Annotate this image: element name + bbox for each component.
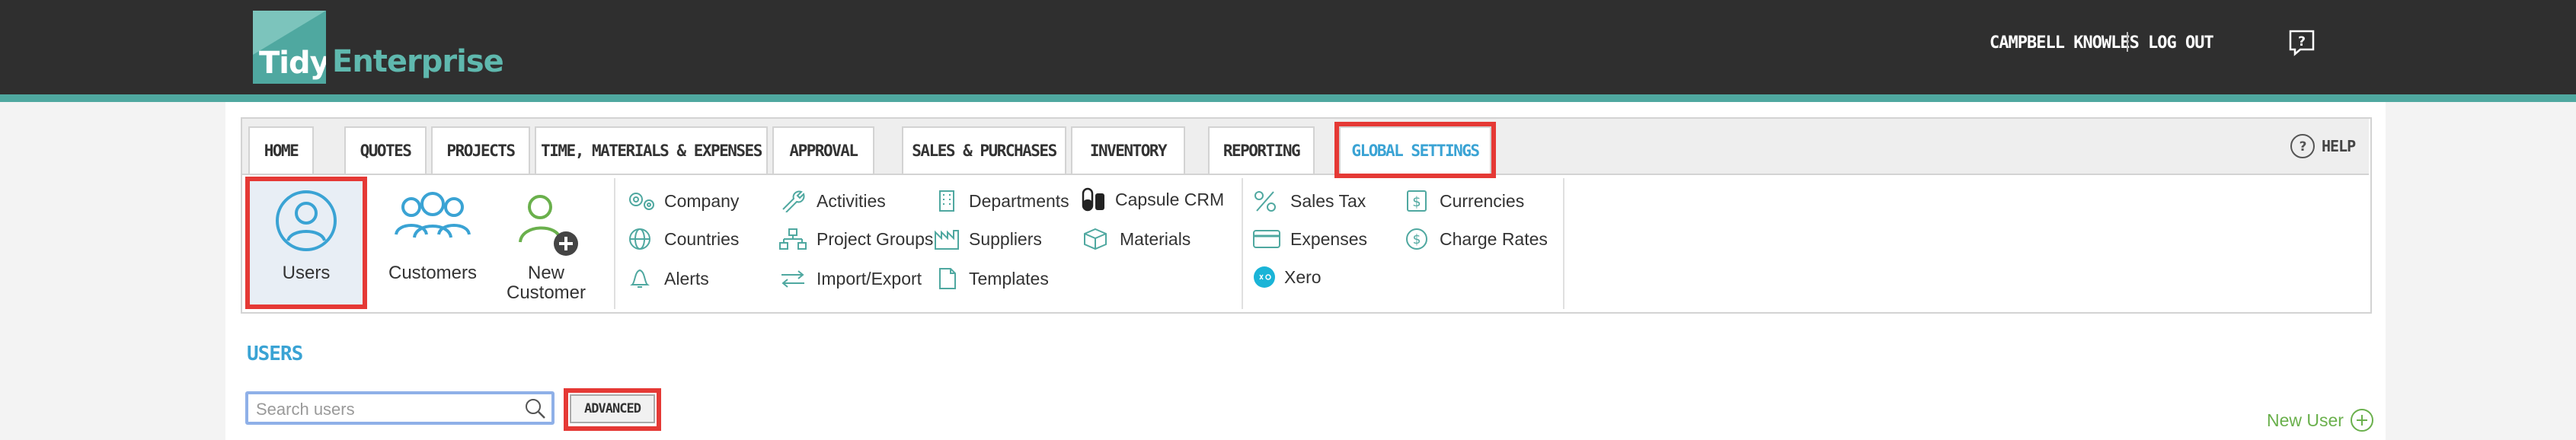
- plus-circle-icon: [2350, 409, 2373, 432]
- import-export-label: Import/Export: [817, 268, 922, 289]
- global-settings-highlight: [1334, 122, 1496, 178]
- logo-suffix: Enterprise: [332, 44, 504, 79]
- help-link[interactable]: ? HELP: [2290, 132, 2356, 160]
- search-box: [245, 391, 555, 425]
- dollar-circle-icon: $: [1406, 228, 1427, 250]
- submenu-company[interactable]: Company: [626, 189, 739, 213]
- sales-tax-label: Sales Tax: [1290, 190, 1366, 211]
- submenu-import-export[interactable]: Import/Export: [778, 266, 922, 291]
- advanced-highlight: [564, 388, 661, 431]
- page-title: USERS: [247, 343, 303, 365]
- submenu-alerts[interactable]: Alerts: [626, 266, 709, 291]
- user-name-link[interactable]: CAMPBELL KNOWLES: [1990, 33, 2140, 53]
- svg-text:$: $: [1413, 232, 1421, 247]
- submenu-customers[interactable]: Customers: [381, 178, 484, 306]
- tab-projects[interactable]: PROJECTS: [431, 126, 530, 174]
- wrench-icon: [782, 190, 805, 212]
- capsule-icon: [1082, 187, 1104, 212]
- help-bubble-icon[interactable]: ?: [2288, 29, 2316, 56]
- globe-icon: [629, 228, 650, 250]
- suppliers-label: Suppliers: [969, 228, 1042, 249]
- add-customer-icon: [510, 189, 583, 267]
- xero-label: Xero: [1284, 266, 1322, 287]
- submenu-activities[interactable]: Activities: [778, 189, 886, 213]
- submenu-xero[interactable]: Xero: [1252, 265, 1322, 289]
- customers-group-icon: [392, 189, 474, 255]
- tab-quotes[interactable]: QUOTES: [344, 126, 427, 174]
- percent-icon: [1254, 191, 1276, 212]
- materials-label: Materials: [1120, 228, 1191, 249]
- header-separator: [2127, 32, 2128, 52]
- search-input[interactable]: [254, 397, 516, 422]
- tab-reporting[interactable]: REPORTING: [1208, 126, 1315, 174]
- help-circle-icon: ?: [2290, 134, 2315, 158]
- company-label: Company: [664, 190, 740, 211]
- logout-link[interactable]: LOG OUT: [2148, 33, 2214, 53]
- submenu-countries[interactable]: Countries: [626, 227, 739, 251]
- countries-label: Countries: [664, 228, 740, 249]
- capsule-crm-label: Capsule CRM: [1115, 189, 1225, 209]
- new-user-label: New User: [2267, 410, 2344, 430]
- tab-inventory[interactable]: INVENTORY: [1071, 126, 1185, 174]
- search-icon[interactable]: [524, 397, 547, 420]
- charge-rates-label: Charge Rates: [1440, 228, 1548, 249]
- credit-card-icon: [1253, 230, 1280, 248]
- factory-icon: [935, 230, 959, 250]
- departments-label: Departments: [969, 190, 1069, 211]
- submenu-divider: [614, 178, 615, 309]
- submenu-divider-3: [1563, 178, 1564, 309]
- dollar-box-icon: $: [1407, 190, 1427, 212]
- customers-label: Customers: [388, 263, 478, 283]
- building-icon: [939, 190, 954, 212]
- submenu-sales-tax[interactable]: Sales Tax: [1252, 189, 1366, 213]
- submenu-departments[interactable]: Departments: [934, 189, 1069, 213]
- tab-time-materials-expenses[interactable]: TIME, MATERIALS & EXPENSES: [535, 126, 768, 174]
- gears-icon: [629, 193, 654, 210]
- logo-word: Tidy: [259, 46, 326, 81]
- submenu-expenses[interactable]: Expenses: [1252, 227, 1367, 251]
- tab-approval[interactable]: APPROVAL: [772, 126, 874, 174]
- cube-icon: [1084, 228, 1107, 250]
- users-highlight: [245, 177, 367, 309]
- submenu-currencies[interactable]: $ Currencies: [1405, 189, 1524, 213]
- top-bar-stripe: [0, 94, 2576, 102]
- tab-home[interactable]: HOME: [248, 126, 314, 174]
- document-icon: [939, 268, 956, 289]
- templates-label: Templates: [969, 268, 1049, 289]
- help-label: HELP: [2322, 137, 2356, 155]
- expenses-label: Expenses: [1290, 228, 1368, 249]
- currencies-label: Currencies: [1440, 190, 1525, 211]
- submenu-charge-rates[interactable]: $ Charge Rates: [1405, 227, 1548, 251]
- transfer-arrows-icon: [781, 270, 804, 288]
- submenu-divider-2: [1242, 178, 1243, 309]
- xero-logo-icon: [1254, 266, 1275, 288]
- new-user-button[interactable]: New User: [2267, 408, 2374, 432]
- logo-mark: Tidy: [253, 11, 326, 84]
- project-groups-label: Project Groups: [817, 228, 934, 249]
- svg-text:?: ?: [2300, 139, 2306, 155]
- tab-sales-purchases[interactable]: SALES & PURCHASES: [902, 126, 1066, 174]
- alerts-label: Alerts: [664, 268, 709, 289]
- submenu-new-customer[interactable]: New Customer: [497, 178, 596, 306]
- svg-text:$: $: [1412, 194, 1421, 210]
- submenu-suppliers[interactable]: Suppliers: [934, 227, 1042, 251]
- new-customer-label-line2: Customer: [506, 282, 586, 303]
- new-customer-label-line1: New: [527, 263, 564, 283]
- submenu-materials[interactable]: Materials: [1082, 227, 1191, 251]
- submenu-templates[interactable]: Templates: [934, 266, 1049, 291]
- hierarchy-icon: [779, 228, 807, 250]
- submenu-capsule-crm[interactable]: Capsule CRM: [1082, 187, 1224, 212]
- svg-text:?: ?: [2298, 34, 2306, 49]
- activities-label: Activities: [817, 190, 886, 211]
- submenu-project-groups[interactable]: Project Groups: [778, 227, 933, 251]
- bell-icon: [630, 269, 650, 288]
